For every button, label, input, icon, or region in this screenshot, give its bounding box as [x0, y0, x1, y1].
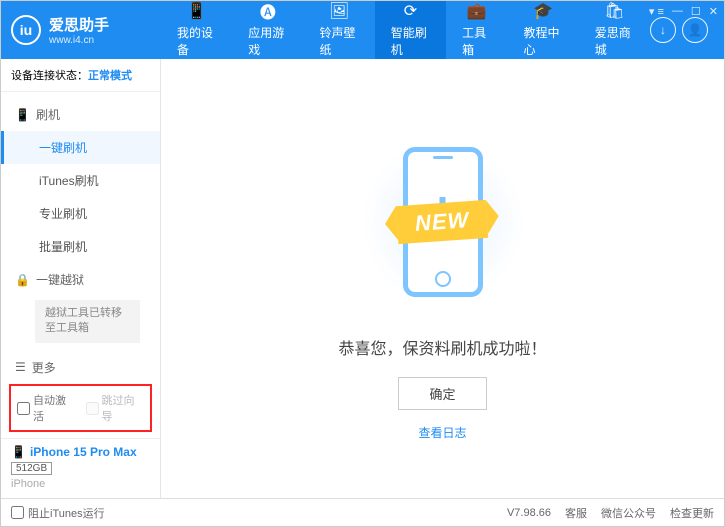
- nav-apps-games[interactable]: 🅐应用游戏: [232, 1, 303, 59]
- logo-icon: iu: [11, 15, 41, 45]
- apps-icon: 🅐: [258, 2, 278, 20]
- jailbreak-note: 越狱工具已转移至工具箱: [35, 300, 140, 343]
- group-jailbreak: 🔒一键越狱: [1, 263, 160, 296]
- more-icon: ☰: [15, 360, 26, 374]
- success-message: 恭喜您，保资料刷机成功啦！: [338, 335, 546, 359]
- store-icon: 🛍: [604, 2, 624, 20]
- download-button[interactable]: ↓: [650, 17, 676, 43]
- nav-toolbox[interactable]: 💼工具箱: [446, 1, 507, 59]
- device-storage: 512GB: [11, 462, 52, 475]
- app-url: www.i4.cn: [49, 35, 109, 46]
- window-controls: ▾ ≡ — ☐ ✕: [649, 5, 718, 18]
- app-name: 爱思助手: [49, 14, 109, 35]
- device-status: 设备连接状态：正常模式: [1, 59, 160, 92]
- activation-options: 自动激活 跳过向导: [9, 384, 152, 432]
- sidebar: 设备连接状态：正常模式 📱刷机 一键刷机 iTunes刷机 专业刷机 批量刷机 …: [1, 59, 161, 498]
- group-more[interactable]: ☰更多: [1, 351, 160, 378]
- sidebar-item-itunes-flash[interactable]: iTunes刷机: [1, 164, 160, 197]
- nav-store[interactable]: 🛍爱思商城: [579, 1, 650, 59]
- flash-icon: ⟳: [400, 2, 420, 20]
- sidebar-item-one-click-flash[interactable]: 一键刷机: [1, 131, 160, 164]
- view-log-link[interactable]: 查看日志: [418, 424, 466, 441]
- version-label: V7.98.66: [507, 507, 551, 519]
- group-flash[interactable]: 📱刷机: [1, 98, 160, 131]
- nav-my-device[interactable]: 📱我的设备: [161, 1, 232, 59]
- tutorial-icon: 🎓: [533, 2, 553, 20]
- nav-ringtones[interactable]: 🖼铃声壁纸: [304, 1, 375, 59]
- phone-icon: 📱: [11, 445, 26, 459]
- footer-link-service[interactable]: 客服: [565, 505, 587, 521]
- nav-smart-flash[interactable]: ⟳智能刷机: [375, 1, 446, 59]
- user-button[interactable]: 👤: [682, 17, 708, 43]
- wallpaper-icon: 🖼: [329, 2, 349, 20]
- flash-group-icon: 📱: [15, 108, 30, 122]
- block-itunes-checkbox[interactable]: 阻止iTunes运行: [11, 505, 105, 521]
- device-icon: 📱: [187, 2, 207, 20]
- app-header: ▾ ≡ — ☐ ✕ iu 爱思助手 www.i4.cn 📱我的设备 🅐应用游戏 …: [1, 1, 724, 59]
- close-icon[interactable]: ✕: [709, 5, 718, 18]
- sidebar-item-batch-flash[interactable]: 批量刷机: [1, 230, 160, 263]
- sidebar-item-pro-flash[interactable]: 专业刷机: [1, 197, 160, 230]
- success-illustration: ⬇ NEW: [353, 137, 533, 307]
- toolbox-icon: 💼: [467, 2, 487, 20]
- lock-icon: 🔒: [15, 273, 30, 287]
- auto-activate-checkbox[interactable]: 自动激活: [17, 392, 76, 424]
- connected-device: 📱iPhone 15 Pro Max 512GB iPhone: [1, 438, 160, 498]
- skip-guide-checkbox[interactable]: 跳过向导: [86, 392, 145, 424]
- device-name[interactable]: 📱iPhone 15 Pro Max: [11, 445, 150, 459]
- nav-tutorials[interactable]: 🎓教程中心: [508, 1, 579, 59]
- minimize-icon[interactable]: —: [672, 5, 683, 18]
- device-type: iPhone: [11, 478, 150, 490]
- main-content: ⬇ NEW 恭喜您，保资料刷机成功啦！ 确定 查看日志: [161, 59, 724, 498]
- footer-link-wechat[interactable]: 微信公众号: [601, 505, 656, 521]
- top-nav: 📱我的设备 🅐应用游戏 🖼铃声壁纸 ⟳智能刷机 💼工具箱 🎓教程中心 🛍爱思商城: [161, 1, 650, 59]
- footer: 阻止iTunes运行 V7.98.66 客服 微信公众号 检查更新: [1, 498, 724, 526]
- new-badge: NEW: [396, 199, 489, 243]
- logo: iu 爱思助手 www.i4.cn: [11, 14, 161, 46]
- ok-button[interactable]: 确定: [398, 377, 486, 410]
- footer-link-update[interactable]: 检查更新: [670, 505, 714, 521]
